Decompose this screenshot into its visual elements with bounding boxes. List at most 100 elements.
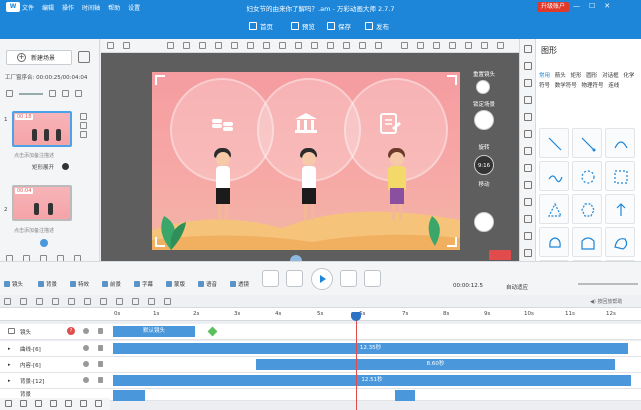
- trash-icon[interactable]: [65, 400, 72, 407]
- copy-icon[interactable]: [327, 42, 334, 49]
- bubble-icon[interactable]: [524, 96, 532, 104]
- zoom-slider[interactable]: [578, 283, 638, 285]
- align-icon[interactable]: [100, 298, 107, 305]
- same-height-icon[interactable]: [311, 42, 318, 49]
- mask-tool[interactable]: 蒙版: [166, 280, 185, 288]
- time-ruler[interactable]: 0s 1s 2s 3s 4s 5s 6s 7s 8s 9s 10s 11s 12…: [0, 308, 641, 321]
- eye-icon[interactable]: [83, 377, 89, 383]
- pen-icon[interactable]: [474, 212, 494, 232]
- down-icon[interactable]: [50, 400, 57, 407]
- shape-arrow-up[interactable]: [605, 194, 635, 224]
- shape-blob[interactable]: [539, 227, 569, 257]
- distribute-h-icon[interactable]: [263, 42, 270, 49]
- track-content[interactable]: ▸ 内容-[6] 8.60秒: [0, 357, 641, 373]
- background-clip[interactable]: 12.51秒: [113, 375, 631, 386]
- keyframe-diamond[interactable]: [207, 326, 218, 337]
- tools-icon[interactable]: [524, 198, 532, 206]
- volume-icon[interactable]: [6, 90, 13, 97]
- maximize-icon[interactable]: ☐: [589, 2, 595, 10]
- scene-note[interactable]: 点击添加备注描述: [14, 152, 54, 159]
- align-icon[interactable]: [52, 298, 59, 305]
- align-icon[interactable]: [84, 298, 91, 305]
- ungroup-icon[interactable]: [449, 42, 456, 49]
- publish-button[interactable]: 发布: [365, 21, 389, 31]
- background-clip[interactable]: [113, 390, 145, 401]
- category-rect[interactable]: 矩形: [571, 73, 582, 79]
- transition-label[interactable]: 矩形展开: [32, 163, 54, 171]
- playhead-handle[interactable]: [351, 312, 361, 321]
- shape-arc[interactable]: [605, 128, 635, 158]
- shape-triangle[interactable]: [539, 194, 569, 224]
- lock-scene-button[interactable]: [474, 110, 494, 130]
- expand-arrow-icon[interactable]: ▸: [8, 362, 11, 368]
- link-icon[interactable]: [401, 42, 408, 49]
- align-top-icon[interactable]: [215, 42, 222, 49]
- step-back-button[interactable]: [286, 270, 303, 287]
- play-transition-icon[interactable]: [62, 163, 69, 170]
- curve-clip[interactable]: 12.35秒: [113, 343, 628, 354]
- lock-icon[interactable]: [98, 328, 103, 334]
- copy-icon[interactable]: [80, 113, 87, 120]
- group-icon[interactable]: [433, 42, 440, 49]
- music-icon[interactable]: [524, 113, 532, 121]
- align-middle-icon[interactable]: [231, 42, 238, 49]
- category-circle[interactable]: 圆形: [586, 73, 597, 79]
- eye-icon[interactable]: [83, 361, 89, 367]
- preview-button[interactable]: 预览: [291, 21, 315, 31]
- undo-icon[interactable]: [107, 42, 114, 49]
- aspect-ratio-button[interactable]: 9:16: [474, 155, 494, 175]
- lock-icon[interactable]: [98, 361, 103, 367]
- zoom-in-icon[interactable]: [343, 42, 350, 49]
- expand-arrow-icon[interactable]: ▸: [8, 346, 11, 352]
- trash-icon[interactable]: [75, 90, 82, 97]
- layer-icon[interactable]: [465, 42, 472, 49]
- camera-tool[interactable]: 镜头: [4, 280, 23, 288]
- camera-clip[interactable]: 默认镜头: [113, 326, 195, 337]
- category-dialog[interactable]: 对话框: [602, 73, 619, 79]
- shape-hexagon[interactable]: [572, 194, 602, 224]
- shape-line-diag2[interactable]: [572, 128, 602, 158]
- align-center-icon[interactable]: [183, 42, 190, 49]
- category-arrow[interactable]: 箭头: [555, 73, 566, 79]
- save-button[interactable]: 保存: [327, 21, 351, 31]
- track-curve[interactable]: ▸ 曲线-[6] 12.35秒: [0, 341, 641, 357]
- zoom-out-icon[interactable]: [359, 42, 366, 49]
- align-left-icon[interactable]: [167, 42, 174, 49]
- lock-icon[interactable]: [98, 377, 103, 383]
- align-icon[interactable]: [164, 298, 171, 305]
- edit-icon[interactable]: [80, 122, 87, 129]
- help-badge[interactable]: ?: [67, 327, 75, 335]
- align-icon[interactable]: [68, 298, 75, 305]
- lock-icon[interactable]: [98, 345, 103, 351]
- fullscreen-icon[interactable]: [497, 42, 504, 49]
- align-icon[interactable]: [148, 298, 155, 305]
- playhead-line[interactable]: [356, 312, 357, 410]
- category-math[interactable]: 数学符号: [555, 83, 577, 89]
- character-woman-center[interactable]: [294, 148, 324, 248]
- unlink-icon[interactable]: [417, 42, 424, 49]
- lock-icon[interactable]: [80, 400, 87, 407]
- reset-camera-button[interactable]: [476, 80, 490, 94]
- auto-fit-checkbox[interactable]: 自动适应: [506, 283, 528, 291]
- close-icon[interactable]: ✕: [604, 2, 610, 10]
- skip-start-button[interactable]: [262, 270, 279, 287]
- same-width-icon[interactable]: [295, 42, 302, 49]
- background-tool[interactable]: 背景: [38, 280, 57, 288]
- effects-tool[interactable]: 特效: [70, 280, 89, 288]
- character-woman-right[interactable]: [380, 148, 414, 248]
- character-woman-left[interactable]: [208, 148, 238, 248]
- eye-icon[interactable]: [83, 328, 89, 334]
- character-icon[interactable]: [524, 147, 532, 155]
- current-time[interactable]: 00:00:12.5: [453, 283, 483, 289]
- scene-note[interactable]: 点击添加备注描述: [14, 227, 54, 234]
- add-scene-icon[interactable]: [40, 239, 48, 247]
- shape-blob2[interactable]: [572, 227, 602, 257]
- shape-line-diag[interactable]: [539, 128, 569, 158]
- align-icon[interactable]: [20, 298, 27, 305]
- category-connector[interactable]: 连线: [608, 83, 619, 89]
- volume-slider[interactable]: [19, 92, 43, 95]
- category-physics[interactable]: 物理符号: [582, 83, 604, 89]
- scene-thumbnail[interactable]: 00:18: [12, 111, 72, 147]
- text-icon[interactable]: [524, 79, 532, 87]
- distribute-v-icon[interactable]: [279, 42, 286, 49]
